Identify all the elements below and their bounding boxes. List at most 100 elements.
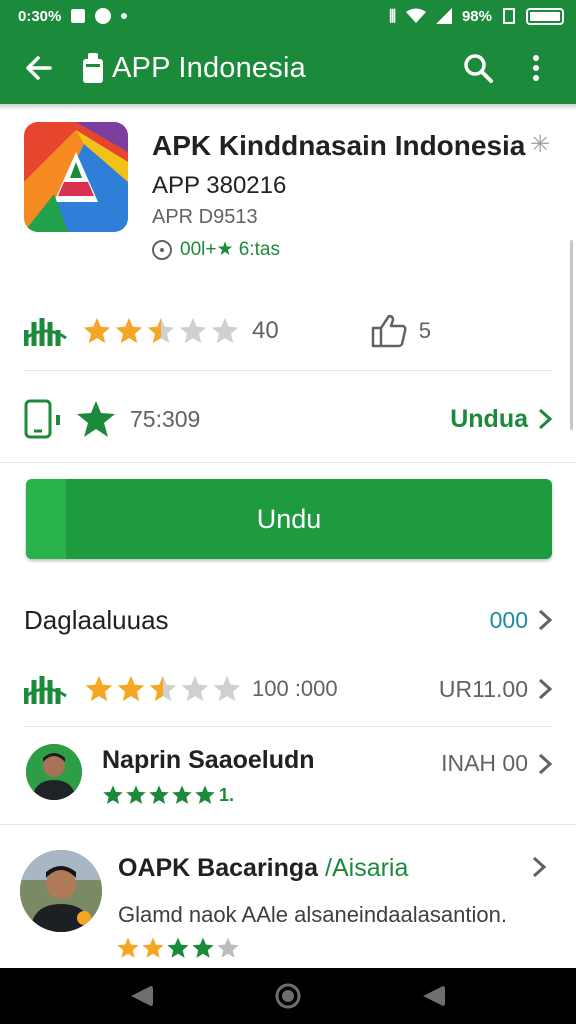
app-developer: APR D9513 (152, 206, 258, 228)
vibrate-icon (503, 8, 515, 24)
summary-stars (84, 674, 242, 704)
downloads-row: 75:309 Undua (24, 392, 552, 446)
review-summary-row: 100 :000 UR11.00 (24, 666, 552, 712)
divider (24, 726, 552, 727)
rating-bars-icon (24, 676, 67, 704)
download-count: 75:309 (130, 405, 201, 432)
star-suffix: 1. (219, 784, 235, 805)
app-header: APK Kinddnasain Indonesia ✳ APP 380216 A… (24, 122, 554, 260)
more-options-button[interactable] (514, 46, 558, 90)
star-filled-icon (149, 785, 169, 804)
star-filled-icon (147, 317, 175, 344)
app-name-text: APK Kinddnasain Indonesia (152, 130, 526, 161)
star-filled-icon (167, 937, 189, 958)
search-button[interactable] (456, 46, 500, 90)
chevron-right-icon (538, 753, 552, 774)
like-count: 5 (418, 318, 431, 343)
chevron-right-icon (538, 609, 552, 631)
star-empty-icon (217, 937, 239, 958)
phone-icon (24, 399, 60, 439)
chevron-right-icon (538, 678, 552, 700)
review-meta-text: INAH 00 (441, 750, 528, 776)
recents-nav-button[interactable] (421, 984, 447, 1008)
app-version: APP 380216 (152, 172, 287, 199)
clock-icon (152, 239, 172, 260)
reviewer-name-text: OAPK Bacaringa (118, 854, 319, 882)
notification-icon (71, 9, 86, 23)
wifi-icon (405, 8, 426, 23)
star-empty-icon (181, 675, 209, 702)
search-icon (464, 54, 493, 83)
vibrate-icon: ⫼ (389, 7, 396, 25)
rating-value: 40 (252, 317, 279, 344)
review-item[interactable]: Naprin Saaoeludn 1. INAH 00 (24, 736, 552, 816)
app-meta-text: 00l+★ 6:tas (180, 239, 280, 260)
see-more-link[interactable]: 000 (490, 607, 552, 634)
star-badge-icon (77, 401, 115, 437)
reviewer-tag: /Aisaria (325, 854, 409, 882)
arrow-left-icon (26, 56, 52, 80)
summary-count: 100 :000 (252, 676, 338, 701)
download-link[interactable]: Undua (450, 405, 552, 434)
star-empty-icon (213, 675, 241, 702)
star-filled-icon (115, 317, 143, 344)
battery-percent: 98% (461, 7, 492, 25)
battery-icon (526, 7, 564, 25)
install-button[interactable]: Undu (26, 479, 552, 559)
notification-dot-icon (121, 13, 128, 19)
star-filled-icon (172, 785, 192, 804)
divider (0, 462, 576, 463)
star-filled-icon (192, 937, 214, 958)
download-link-label: Undua (450, 404, 528, 433)
app-meta: 00l+★ 6:tas (152, 238, 280, 261)
more-vert-icon (533, 55, 539, 81)
review-meta: INAH 00 (441, 750, 552, 777)
star-empty-icon (211, 317, 239, 344)
status-bar: 0:30% ⫼ 98% (0, 0, 576, 32)
review-item[interactable]: OAPK Bacaringa /Aisaria Glamd naok AAle … (20, 846, 552, 966)
divider (0, 824, 576, 825)
star-filled-icon (142, 937, 164, 958)
signal-icon (435, 8, 452, 24)
summary-right-label: UR11.00 (438, 675, 528, 702)
star-filled-icon (149, 675, 177, 702)
reviews-section-header: Daglaaluuas 000 (24, 598, 552, 642)
app-bar: APP Indonesia (0, 32, 576, 104)
star-filled-icon (117, 675, 145, 702)
home-nav-button[interactable] (274, 982, 302, 1010)
reviewer-name: OAPK Bacaringa /Aisaria (118, 854, 408, 883)
star-empty-icon (179, 317, 207, 344)
app-name: APK Kinddnasain Indonesia ✳ (152, 130, 550, 162)
star-filled-icon (85, 675, 113, 702)
system-nav-bar (0, 968, 576, 1024)
app-bar-title: APP Indonesia (112, 51, 306, 84)
rating-bars-icon (24, 318, 67, 346)
app-logo (24, 122, 128, 232)
star-filled-icon (126, 785, 146, 804)
app-bag-icon (83, 53, 103, 83)
status-time: 0:30% (18, 7, 62, 25)
star-filled-icon (103, 785, 123, 804)
see-more-label: 000 (489, 606, 528, 633)
divider (24, 370, 552, 371)
star-filled-icon (195, 785, 215, 804)
review-stars (116, 936, 240, 960)
app-bar-shadow (0, 104, 576, 110)
notification-icon (95, 8, 112, 24)
star-filled-icon (83, 317, 111, 344)
rating-stars (82, 316, 240, 346)
back-button[interactable] (18, 48, 58, 88)
scrollbar[interactable] (570, 240, 573, 430)
review-stars: 1. (102, 784, 234, 806)
chevron-right-icon (538, 408, 552, 430)
section-title: Daglaaluuas (24, 604, 169, 635)
thumbs-up-icon (371, 314, 407, 348)
install-button-label: Undu (256, 503, 322, 534)
avatar (20, 850, 102, 932)
star-filled-icon (117, 937, 139, 958)
reviewer-name: Naprin Saaoeludn (102, 746, 315, 774)
summary-link[interactable]: UR11.00 (439, 676, 552, 703)
back-nav-button[interactable] (129, 984, 155, 1008)
avatar (26, 744, 82, 800)
chevron-right-icon (532, 856, 546, 878)
